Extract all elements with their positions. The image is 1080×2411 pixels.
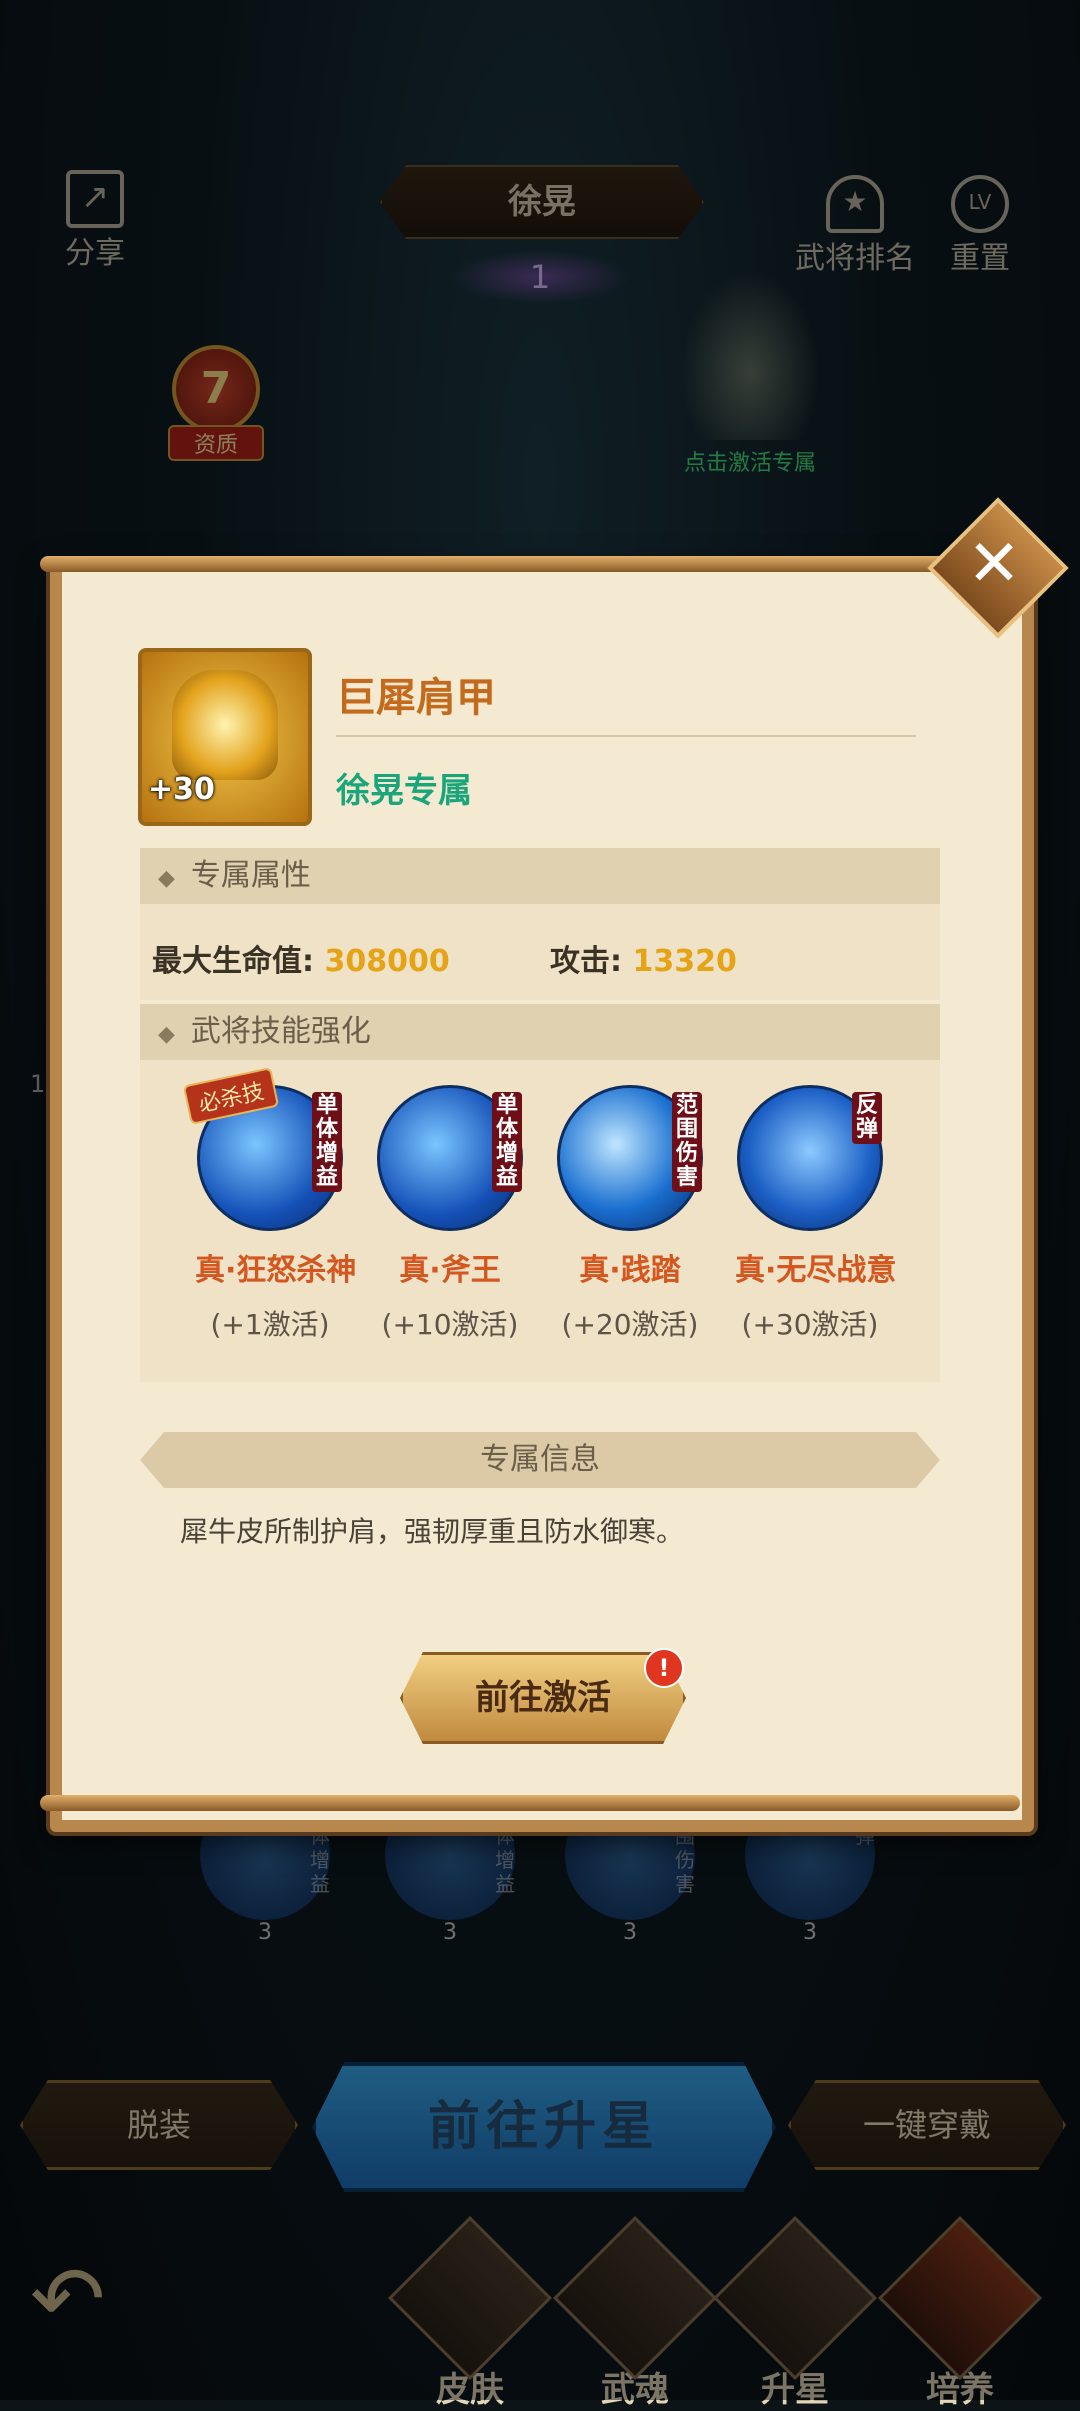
alert-icon: ! xyxy=(644,1648,684,1688)
close-icon[interactable]: ✕ xyxy=(948,518,1040,610)
skill-section-header: ◆ 武将技能强化 xyxy=(140,1004,940,1060)
skill-item[interactable]: 反弹 真·无尽战意 (+30激活) xyxy=(735,1085,897,1343)
scroll-bottom-rod xyxy=(40,1795,1020,1811)
shoulder-armor-icon xyxy=(172,670,278,780)
skill-activation: (+10激活) xyxy=(381,1308,519,1341)
skill-item[interactable]: 单体增益 必杀技 真·狂怒杀神 (+1激活) xyxy=(182,1067,357,1343)
skill-name: 真·斧王 xyxy=(399,1253,501,1288)
stat-attack: 攻击: 13320 xyxy=(550,944,737,979)
skill-tag: 单体增益 xyxy=(312,1092,342,1192)
skill-name: 真·践踏 xyxy=(579,1253,681,1288)
item-enhance-level: +30 xyxy=(148,772,215,807)
stat-max-hp: 最大生命值: 308000 xyxy=(152,944,450,979)
skill-activation: (+20激活) xyxy=(561,1308,699,1341)
divider xyxy=(336,735,916,737)
skill-tag: 反弹 xyxy=(852,1092,882,1144)
skill-tag: 单体增益 xyxy=(492,1092,522,1192)
item-description: 犀牛皮所制护肩，强韧厚重且防水御寒。 xyxy=(180,1515,685,1548)
skill-activation: (+30激活) xyxy=(741,1308,879,1341)
attr-section-header: ◆ 专属属性 xyxy=(140,848,940,904)
skill-icon: 范围伤害 xyxy=(557,1085,703,1231)
skill-icon: 单体增益 xyxy=(377,1085,523,1231)
item-name: 巨犀肩甲 xyxy=(336,675,496,721)
skill-name: 真·狂怒杀神 xyxy=(195,1253,357,1288)
skill-icon: 反弹 xyxy=(737,1085,883,1231)
info-section-header: 专属信息 xyxy=(140,1432,940,1488)
skill-icon: 单体增益 必杀技 xyxy=(182,1067,343,1231)
skill-tag: 范围伤害 xyxy=(672,1092,702,1192)
skill-item[interactable]: 范围伤害 真·践踏 (+20激活) xyxy=(555,1085,705,1343)
skill-activation: (+1激活) xyxy=(210,1308,330,1341)
skill-name: 真·无尽战意 xyxy=(735,1253,897,1288)
skill-item[interactable]: 单体增益 真·斧王 (+10激活) xyxy=(375,1085,525,1343)
item-owner: 徐晃专属 xyxy=(336,771,472,811)
scroll-top-rod xyxy=(40,556,1020,572)
